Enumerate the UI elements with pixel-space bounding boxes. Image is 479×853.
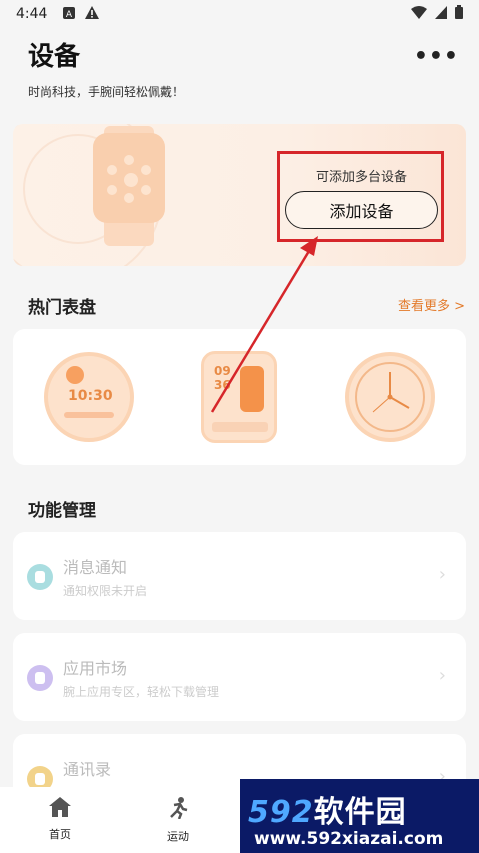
watermark-url: www.592xiazai.com	[254, 829, 444, 849]
nav-item-sport[interactable]: 运动	[148, 797, 208, 844]
watch-faces-title: 热门表盘	[28, 298, 96, 318]
annotation-highlight-box	[277, 151, 444, 242]
battery-icon	[455, 5, 463, 23]
see-more-link[interactable]: 查看更多 >	[398, 295, 465, 314]
page-subtitle: 时尚科技，手腕间轻松佩戴！	[28, 85, 185, 99]
face-min: 36	[214, 378, 231, 392]
face-bar	[64, 412, 114, 418]
more-options-button[interactable]: •••	[414, 44, 459, 69]
home-icon	[30, 797, 90, 823]
watermark-brand: 软件园	[313, 795, 407, 830]
wifi-icon	[411, 5, 427, 23]
face-time: 10:30	[68, 388, 113, 404]
face-bottom-bar	[212, 422, 268, 432]
watermark-number: 592	[248, 795, 314, 830]
bell-icon	[27, 564, 53, 590]
page-title: 设备	[28, 42, 81, 72]
functions-title: 功能管理	[28, 501, 96, 521]
menu-item-subtitle: 通知权限未开启	[63, 584, 148, 598]
nav-label: 运动	[167, 830, 189, 843]
menu-item-title: 应用市场	[63, 659, 128, 678]
analog-clock-icon	[355, 362, 425, 432]
watch-illustration-icon	[93, 133, 165, 223]
cellular-icon	[435, 5, 447, 23]
running-icon	[148, 797, 208, 825]
nav-label: 首页	[49, 828, 71, 841]
watch-face-cartoon[interactable]: 09 36	[201, 351, 277, 443]
menu-item-title: 通讯录	[63, 760, 112, 779]
notification-a-icon: A	[63, 6, 76, 22]
status-time: 4:44	[16, 6, 48, 22]
watch-face-analog[interactable]	[345, 352, 435, 442]
menu-item-notifications[interactable]: 消息通知 通知权限未开启 ›	[13, 532, 466, 620]
nav-item-home[interactable]: 首页	[30, 797, 90, 842]
status-bar: 4:44 A	[0, 0, 479, 28]
cartoon-character-icon	[240, 366, 264, 412]
warning-icon	[85, 6, 100, 22]
chevron-right-icon: ›	[438, 665, 446, 686]
page-header: 设备 时尚科技，手腕间轻松佩戴！	[28, 36, 184, 100]
chevron-right-icon: ›	[438, 564, 446, 585]
watch-face-digital[interactable]: 10:30	[44, 352, 134, 442]
face-avatar-icon	[66, 366, 84, 384]
svg-text:A: A	[66, 10, 73, 19]
menu-item-subtitle: 腕上应用专区，轻松下载管理	[63, 685, 220, 699]
menu-item-app-market[interactable]: 应用市场 腕上应用专区，轻松下载管理 ›	[13, 633, 466, 721]
app-store-icon	[27, 665, 53, 691]
face-hour: 09	[214, 364, 231, 378]
site-watermark: 592软件园 www.592xiazai.com	[240, 779, 479, 853]
menu-item-title: 消息通知	[63, 558, 128, 577]
